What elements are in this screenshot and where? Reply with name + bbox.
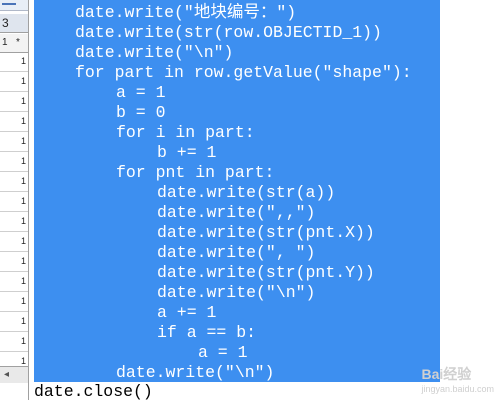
sheet-row[interactable]: 1 xyxy=(0,292,28,312)
watermark-logo-text: Bai经验 xyxy=(421,366,472,382)
sheet-row[interactable]: 1 xyxy=(0,332,28,352)
sheet-row[interactable]: 1 xyxy=(0,192,28,212)
sheet-row[interactable]: 1 xyxy=(0,272,28,292)
code-line[interactable]: a = 1 xyxy=(198,343,250,363)
code-line[interactable]: for pnt in part: xyxy=(116,163,277,183)
code-line[interactable]: date.write("\n") xyxy=(75,43,236,63)
selector-row[interactable]: 1 * xyxy=(0,34,28,53)
code-line[interactable]: date.write(str(pnt.Y)) xyxy=(157,263,377,283)
code-line[interactable]: date.write(str(pnt.X)) xyxy=(157,223,377,243)
sheet-row-value: 1 xyxy=(20,336,26,346)
sheet-row-value: 1 xyxy=(20,256,26,266)
code-line[interactable]: if a == b: xyxy=(157,323,259,343)
code-line[interactable]: date.write("地块编号：") xyxy=(75,3,299,23)
sheet-row[interactable]: 1 xyxy=(0,172,28,192)
sheet-row[interactable]: 1 xyxy=(0,232,28,252)
sheet-row-value: 1 xyxy=(20,76,26,86)
sheet-row[interactable]: 1 xyxy=(0,112,28,132)
sheet-rows: 1 1 1 1 1 1 1 1 1 1 1 1 1 1 1 1 xyxy=(0,52,28,372)
sheet-row-value: 1 xyxy=(20,136,26,146)
sheet-row[interactable]: 1 xyxy=(0,72,28,92)
code-line[interactable]: date.write("\n") xyxy=(116,363,277,383)
watermark: Bai经验 jingyan.baidu.com xyxy=(421,364,494,394)
code-line[interactable]: date.write("\n") xyxy=(157,283,318,303)
code-line[interactable]: date.write(str(row.OBJECTID_1)) xyxy=(75,23,384,43)
sheet-row[interactable]: 1 xyxy=(0,212,28,232)
code-line[interactable]: date.write(",,") xyxy=(157,203,318,223)
code-line[interactable]: date.write(str(a)) xyxy=(157,183,338,203)
sheet-row-value: 1 xyxy=(20,116,26,126)
sheet-row[interactable]: 1 xyxy=(0,132,28,152)
code-line[interactable]: b += 1 xyxy=(157,143,219,163)
sheet-row-value: 1 xyxy=(20,296,26,306)
sheet-row-value: 1 xyxy=(20,196,26,206)
column-header[interactable]: 3 xyxy=(0,14,28,33)
code-line[interactable]: for i in part: xyxy=(116,123,257,143)
sheet-row-value: 1 xyxy=(20,96,26,106)
spreadsheet-strip: 3 1 * 1 1 1 1 1 1 1 1 1 1 1 1 1 1 1 1 ◂ xyxy=(0,0,29,400)
sheet-tab[interactable] xyxy=(0,0,28,11)
code-line[interactable]: a = 1 xyxy=(116,83,168,103)
selector-row-mark: * xyxy=(16,37,20,48)
code-line[interactable]: b = 0 xyxy=(116,103,168,123)
sheet-row-value: 1 xyxy=(20,236,26,246)
scroll-left-icon[interactable]: ◂ xyxy=(4,369,9,380)
sheet-row-value: 1 xyxy=(20,276,26,286)
sheet-row[interactable]: 1 xyxy=(0,92,28,112)
horizontal-scrollbar[interactable]: ◂ xyxy=(0,366,28,383)
sheet-row-value: 1 xyxy=(20,316,26,326)
code-line[interactable]: date.close() xyxy=(34,382,153,402)
code-line[interactable]: a += 1 xyxy=(157,303,219,323)
column-header-label: 3 xyxy=(2,16,9,30)
sheet-row[interactable]: 1 xyxy=(0,152,28,172)
sheet-row-value: 1 xyxy=(20,356,26,366)
code-line[interactable]: for part in row.getValue("shape"): xyxy=(75,63,414,83)
sheet-row-value: 1 xyxy=(20,56,26,66)
code-line[interactable]: date.write(", ") xyxy=(157,243,318,263)
sheet-row-value: 1 xyxy=(20,176,26,186)
sheet-row[interactable]: 1 xyxy=(0,52,28,72)
watermark-url: jingyan.baidu.com xyxy=(421,384,494,394)
sheet-row-value: 1 xyxy=(20,216,26,226)
code-editor[interactable]: date.write("地块编号：") date.write(str(row.O… xyxy=(34,0,500,402)
selector-row-number: 1 xyxy=(2,37,8,48)
sheet-row-value: 1 xyxy=(20,156,26,166)
sheet-row[interactable]: 1 xyxy=(0,312,28,332)
sheet-row[interactable]: 1 xyxy=(0,252,28,272)
